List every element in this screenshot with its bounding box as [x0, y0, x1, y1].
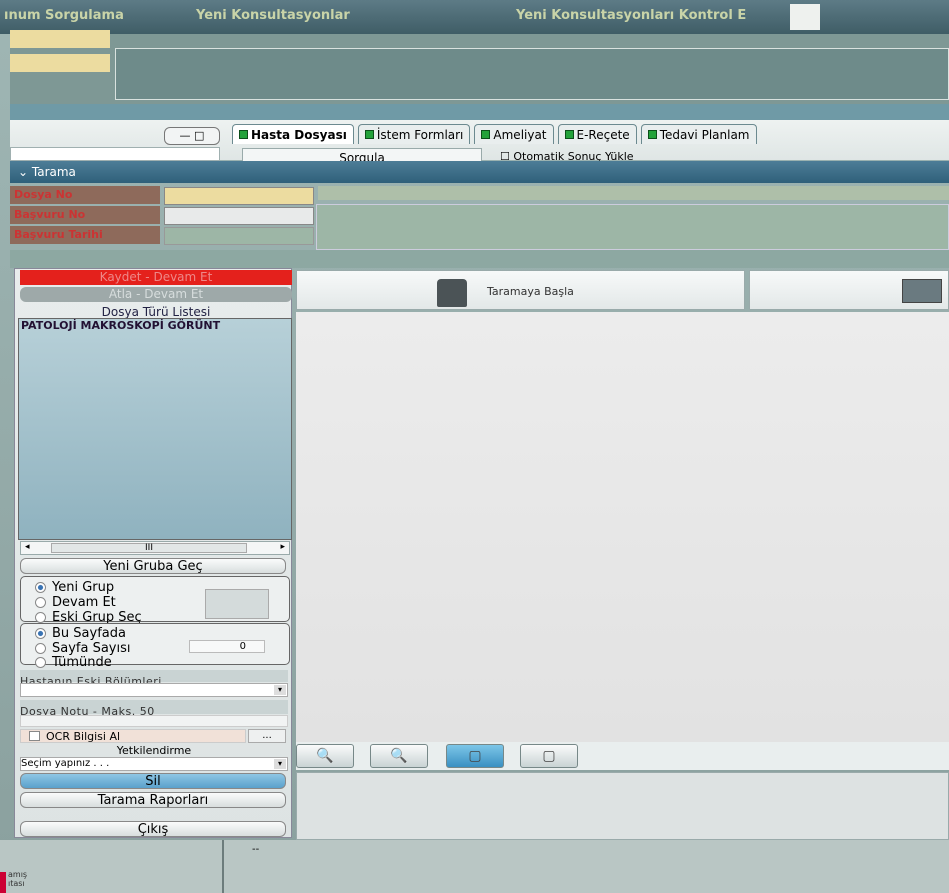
cikis-button[interactable]: Çıkış — [20, 821, 286, 837]
eski-grup-box[interactable] — [205, 589, 269, 619]
atla-devam-button[interactable]: Atla - Devam Et — [20, 287, 292, 302]
radio-icon — [35, 627, 46, 639]
yetkilendirme-combo[interactable]: Seçim yapınız . . . ▾ — [20, 757, 288, 771]
separator-band — [10, 104, 949, 120]
scroll-right-icon[interactable]: ▸ — [280, 542, 285, 552]
thumbnail-area[interactable] — [296, 772, 949, 840]
radio-icon — [35, 642, 46, 654]
upper-text-area[interactable] — [115, 48, 949, 100]
window-buttons[interactable]: — □ — [164, 127, 220, 145]
menu-item-sorgulama[interactable]: ınum Sorgulama — [4, 8, 124, 23]
radio-bu-sayfada[interactable]: Bu Sayfada — [35, 626, 289, 641]
kaydet-devam-button[interactable]: Kaydet - Devam Et — [20, 270, 292, 285]
footer-area: amış ıtası -- — [0, 840, 949, 893]
dosya-notu-label-bg: Dosya Notu - Maks. 50 — [20, 700, 288, 718]
zoom-toolbar: 🔍 🔍 ▢ ▢ — [296, 742, 949, 770]
radio-icon — [35, 581, 46, 593]
left-blank-field — [10, 147, 220, 161]
tab-tedavi-planlama[interactable]: Tedavi Planlam — [640, 124, 757, 144]
scanner-icon — [437, 279, 467, 307]
actual-size-icon[interactable]: ▢ — [520, 744, 578, 768]
footer-divider — [222, 840, 224, 893]
upper-field-1[interactable] — [10, 30, 110, 48]
sayfa-sayisi-stepper[interactable]: 0 — [189, 640, 265, 653]
dropdown-arrow-icon[interactable]: ▾ — [274, 759, 286, 769]
tab-green-icon — [364, 130, 374, 139]
calendar-icon — [902, 279, 942, 303]
dosya-turu-list[interactable]: PATOLOJİ MAKROSKOPİ GÖRÜNT — [18, 318, 292, 540]
right-info-area — [316, 204, 949, 250]
dropdown-arrow-icon[interactable]: ▾ — [274, 685, 286, 695]
checkbox-icon — [29, 731, 40, 741]
radio-icon — [35, 611, 46, 623]
dosya-no-label: Dosya No — [10, 186, 160, 204]
dosya-turu-header: Dosya Türü Listesi — [101, 305, 211, 319]
taskbar-accent — [0, 872, 6, 893]
tab-ameliyat[interactable]: Ameliyat — [474, 124, 554, 144]
tab-hasta-dosyasi[interactable]: Hasta Dosyası — [232, 124, 354, 144]
tab-green-icon — [647, 130, 657, 139]
radio-tumunde[interactable]: Tümünde — [35, 655, 289, 670]
zoom-out-icon[interactable]: 🔍 — [370, 744, 428, 768]
scroll-left-icon[interactable]: ◂ — [25, 542, 30, 552]
basvuru-tarihi-label: Başvuru Tarihi — [10, 226, 160, 244]
taramaya-basla-button[interactable]: Taramaya Başla — [296, 270, 745, 310]
menu-item-yeni-konsultasyonlar[interactable]: Yeni Konsultasyonlar — [196, 8, 350, 23]
group-options-1: Yeni Grup Devam Et Eski Grup Seç — [20, 576, 290, 625]
scroll-thumb[interactable]: III — [51, 543, 247, 553]
scan-preview-canvas[interactable] — [296, 312, 949, 742]
basvuru-no-input[interactable] — [164, 207, 314, 225]
group-options-2: Bu Sayfada Sayfa Sayısı Tümünde 0 — [20, 623, 290, 670]
menu-blank-box — [790, 4, 820, 30]
sil-button[interactable]: Sil — [20, 773, 286, 789]
calendar-button[interactable] — [749, 270, 949, 310]
right-info-bar — [318, 186, 949, 200]
separator-strip — [10, 250, 949, 268]
tarama-raporlari-button[interactable]: Tarama Raporları — [20, 792, 286, 808]
top-menu-bar: ınum Sorgulama Yeni Konsultasyonlar Yeni… — [0, 0, 949, 34]
eski-bolumler-combo[interactable]: ▾ — [20, 683, 288, 697]
dosya-no-input[interactable] — [164, 187, 314, 205]
basvuru-no-label: Başvuru No — [10, 206, 160, 224]
tab-e-recete[interactable]: E-Reçete — [557, 124, 637, 144]
tab-istem-formlari[interactable]: İstem Formları — [357, 124, 471, 144]
dosya-notu-input[interactable] — [20, 715, 288, 727]
list-item[interactable]: PATOLOJİ MAKROSKOPİ GÖRÜNT — [19, 319, 291, 332]
tab-green-icon — [564, 130, 574, 139]
tarama-panel-header[interactable]: ⌄ Tarama — [10, 161, 949, 183]
ocr-more-button[interactable]: ... — [248, 729, 286, 743]
yetkilendirme-label: Yetkilendirme — [116, 744, 192, 757]
footer-dash: -- — [252, 844, 260, 855]
fit-page-icon[interactable]: ▢ — [446, 744, 504, 768]
horizontal-scrollbar[interactable]: ◂ III ▸ — [20, 541, 290, 555]
taramaya-basla-label: Taramaya Başla — [487, 285, 574, 298]
menu-item-kontrol[interactable]: Yeni Konsultasyonları Kontrol E — [516, 8, 746, 23]
radio-icon — [35, 596, 46, 608]
tab-bar: Hasta Dosyası İstem Formları Ameliyat E-… — [232, 124, 757, 146]
footer-text: amış ıtası — [8, 870, 28, 888]
tab-green-icon — [481, 130, 491, 139]
zoom-in-icon[interactable]: 🔍 — [296, 744, 354, 768]
ocr-checkbox[interactable]: OCR Bilgisi Al — [20, 729, 246, 743]
tab-green-icon — [239, 130, 248, 139]
basvuru-tarihi-input[interactable] — [164, 227, 314, 245]
eski-bolumler-label-bg: Hastanın Eski Bölümleri — [20, 670, 288, 688]
radio-icon — [35, 656, 46, 668]
upper-field-2[interactable] — [10, 54, 110, 72]
yeni-gruba-gec-button[interactable]: Yeni Gruba Geç — [20, 558, 286, 574]
